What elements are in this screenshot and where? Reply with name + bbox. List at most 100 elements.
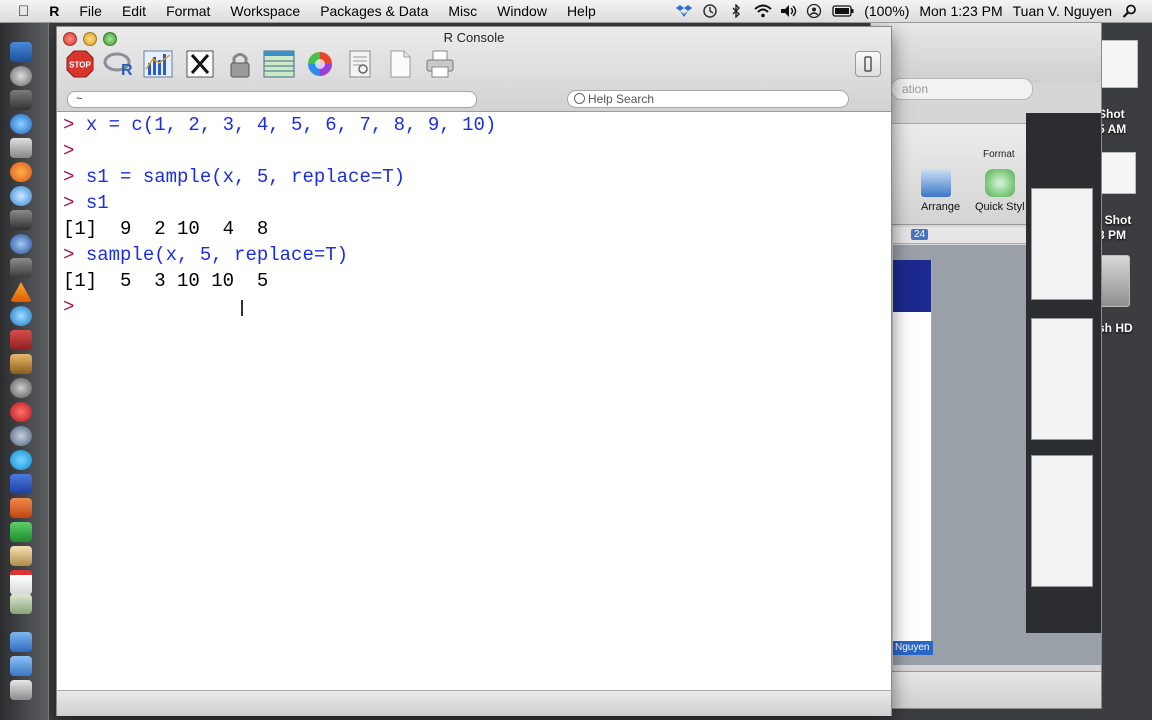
- trash-icon[interactable]: [10, 680, 32, 700]
- console-area[interactable]: > x = c(1, 2, 3, 4, 5, 6, 7, 8, 9, 10) >…: [57, 112, 891, 690]
- lock-icon[interactable]: [225, 49, 255, 79]
- prompt: >: [63, 244, 75, 266]
- status-bar: [57, 690, 891, 716]
- menu-r[interactable]: R: [39, 0, 69, 22]
- menu-bar:  R File Edit Format Workspace Packages …: [0, 0, 1152, 23]
- calendar-icon[interactable]: [10, 570, 32, 595]
- command-text: sample(x, 5, replace=T): [85, 244, 349, 266]
- background-window[interactable]: ation Format Arrange Quick Styl 24 Nguye…: [870, 22, 1102, 709]
- status-area: (100%) Mon 1:23 PM Tuan V. Nguyen: [671, 0, 1152, 22]
- menu-format[interactable]: Format: [156, 0, 220, 22]
- text-cursor: [241, 300, 243, 316]
- launchpad-icon[interactable]: [10, 66, 32, 86]
- thumbnail[interactable]: [1031, 188, 1093, 300]
- prompt: >: [63, 296, 75, 318]
- time-machine-icon[interactable]: [702, 4, 718, 18]
- console-line: > sample(x, 5, replace=T): [63, 242, 348, 268]
- prompt: >: [63, 192, 75, 214]
- dropbox-icon[interactable]: [676, 4, 693, 18]
- app-store-icon[interactable]: [10, 114, 32, 134]
- menu-workspace[interactable]: Workspace: [220, 0, 310, 22]
- facetime-icon[interactable]: [10, 210, 32, 230]
- user-name[interactable]: Tuan V. Nguyen: [1008, 0, 1117, 22]
- r-app-icon[interactable]: [10, 426, 32, 446]
- user-icon[interactable]: [806, 3, 822, 19]
- menu-window[interactable]: Window: [487, 0, 557, 22]
- print-icon[interactable]: [425, 49, 455, 79]
- documents-folder-icon[interactable]: [10, 656, 32, 676]
- wifi-icon[interactable]: [754, 4, 772, 18]
- clock[interactable]: Mon 1:23 PM: [914, 0, 1007, 22]
- endnote-icon[interactable]: [10, 402, 32, 422]
- document-icon[interactable]: [345, 49, 375, 79]
- document-page[interactable]: [893, 260, 932, 645]
- menu-packages-data[interactable]: Packages & Data: [310, 0, 438, 22]
- console-output-line: [1] 9 2 10 4 8: [63, 216, 268, 242]
- quick-style-label[interactable]: Quick Styl: [975, 201, 1025, 213]
- preview-icon[interactable]: [10, 594, 32, 614]
- tools-icon[interactable]: [10, 354, 32, 374]
- svg-text:STOP: STOP: [69, 61, 91, 70]
- thumbnail[interactable]: [1031, 455, 1093, 587]
- battery-icon[interactable]: [832, 4, 854, 18]
- menu-edit[interactable]: Edit: [112, 0, 156, 22]
- r-logo-icon[interactable]: R: [103, 49, 133, 79]
- console-input-line[interactable]: >: [63, 294, 86, 320]
- applications-folder-icon[interactable]: [10, 632, 32, 652]
- thumbnail[interactable]: [1031, 318, 1093, 440]
- mission-control-icon[interactable]: [10, 90, 32, 110]
- system-preferences-icon[interactable]: [10, 378, 32, 398]
- skype-icon[interactable]: [10, 450, 32, 470]
- vlc-icon[interactable]: [10, 282, 32, 302]
- x11-icon[interactable]: [185, 49, 215, 79]
- background-field[interactable]: ation: [891, 78, 1033, 100]
- quick-style-icon[interactable]: [985, 169, 1015, 197]
- finder-icon[interactable]: [10, 42, 32, 62]
- prompt: >: [63, 140, 75, 162]
- excel-icon[interactable]: [10, 522, 32, 542]
- table-icon[interactable]: [263, 49, 295, 79]
- menu-help[interactable]: Help: [557, 0, 606, 22]
- chart-icon[interactable]: [143, 49, 173, 79]
- box-icon[interactable]: [10, 138, 32, 158]
- firefox-icon[interactable]: [10, 162, 32, 182]
- r-console-window: R Console STOP R ~ Help Search > x = c(1…: [56, 26, 892, 716]
- desktop-label: Shot: [1098, 107, 1125, 121]
- stop-icon[interactable]: STOP: [65, 49, 95, 79]
- console-line: >: [63, 138, 86, 164]
- apple-icon[interactable]: : [0, 3, 39, 20]
- working-directory-field[interactable]: ~: [67, 91, 477, 108]
- arrange-icon[interactable]: [921, 169, 951, 197]
- battery-percent: (100%): [864, 3, 910, 19]
- bluetooth-icon[interactable]: [728, 3, 744, 19]
- spotlight-icon[interactable]: [1122, 4, 1138, 18]
- desktop-label: 5 AM: [1098, 122, 1127, 136]
- format-label: Format: [983, 149, 1015, 160]
- console-line: > s1: [63, 190, 109, 216]
- arrange-label[interactable]: Arrange: [921, 201, 960, 213]
- notes-icon[interactable]: [10, 546, 32, 566]
- word-icon[interactable]: [10, 474, 32, 494]
- screenshot-file-icon[interactable]: [1100, 40, 1138, 88]
- screenshot-file-icon[interactable]: [1098, 152, 1136, 194]
- photo-booth-icon[interactable]: [10, 330, 32, 350]
- globe-icon[interactable]: [10, 234, 32, 254]
- blank-page-icon[interactable]: [385, 49, 415, 79]
- itunes-icon[interactable]: [10, 306, 32, 326]
- name-tag: Nguyen: [893, 641, 933, 655]
- volume-icon[interactable]: [780, 4, 797, 18]
- menu-file[interactable]: File: [69, 0, 112, 22]
- film-icon[interactable]: [10, 258, 32, 278]
- menu-misc[interactable]: Misc: [438, 0, 487, 22]
- prompt: >: [63, 166, 75, 188]
- help-search-placeholder: Help Search: [588, 92, 655, 106]
- toolbar-toggle-button[interactable]: [855, 51, 881, 77]
- safari-icon[interactable]: [10, 186, 32, 206]
- svg-text:R: R: [121, 62, 133, 79]
- powerpoint-icon[interactable]: [10, 498, 32, 518]
- output-text: [1] 9 2 10 4 8: [63, 218, 269, 240]
- hard-drive-icon[interactable]: [1098, 255, 1130, 307]
- help-search-field[interactable]: Help Search: [567, 90, 849, 108]
- title-bar: R Console STOP R ~ Help Search: [57, 27, 891, 112]
- color-wheel-icon[interactable]: [305, 49, 335, 79]
